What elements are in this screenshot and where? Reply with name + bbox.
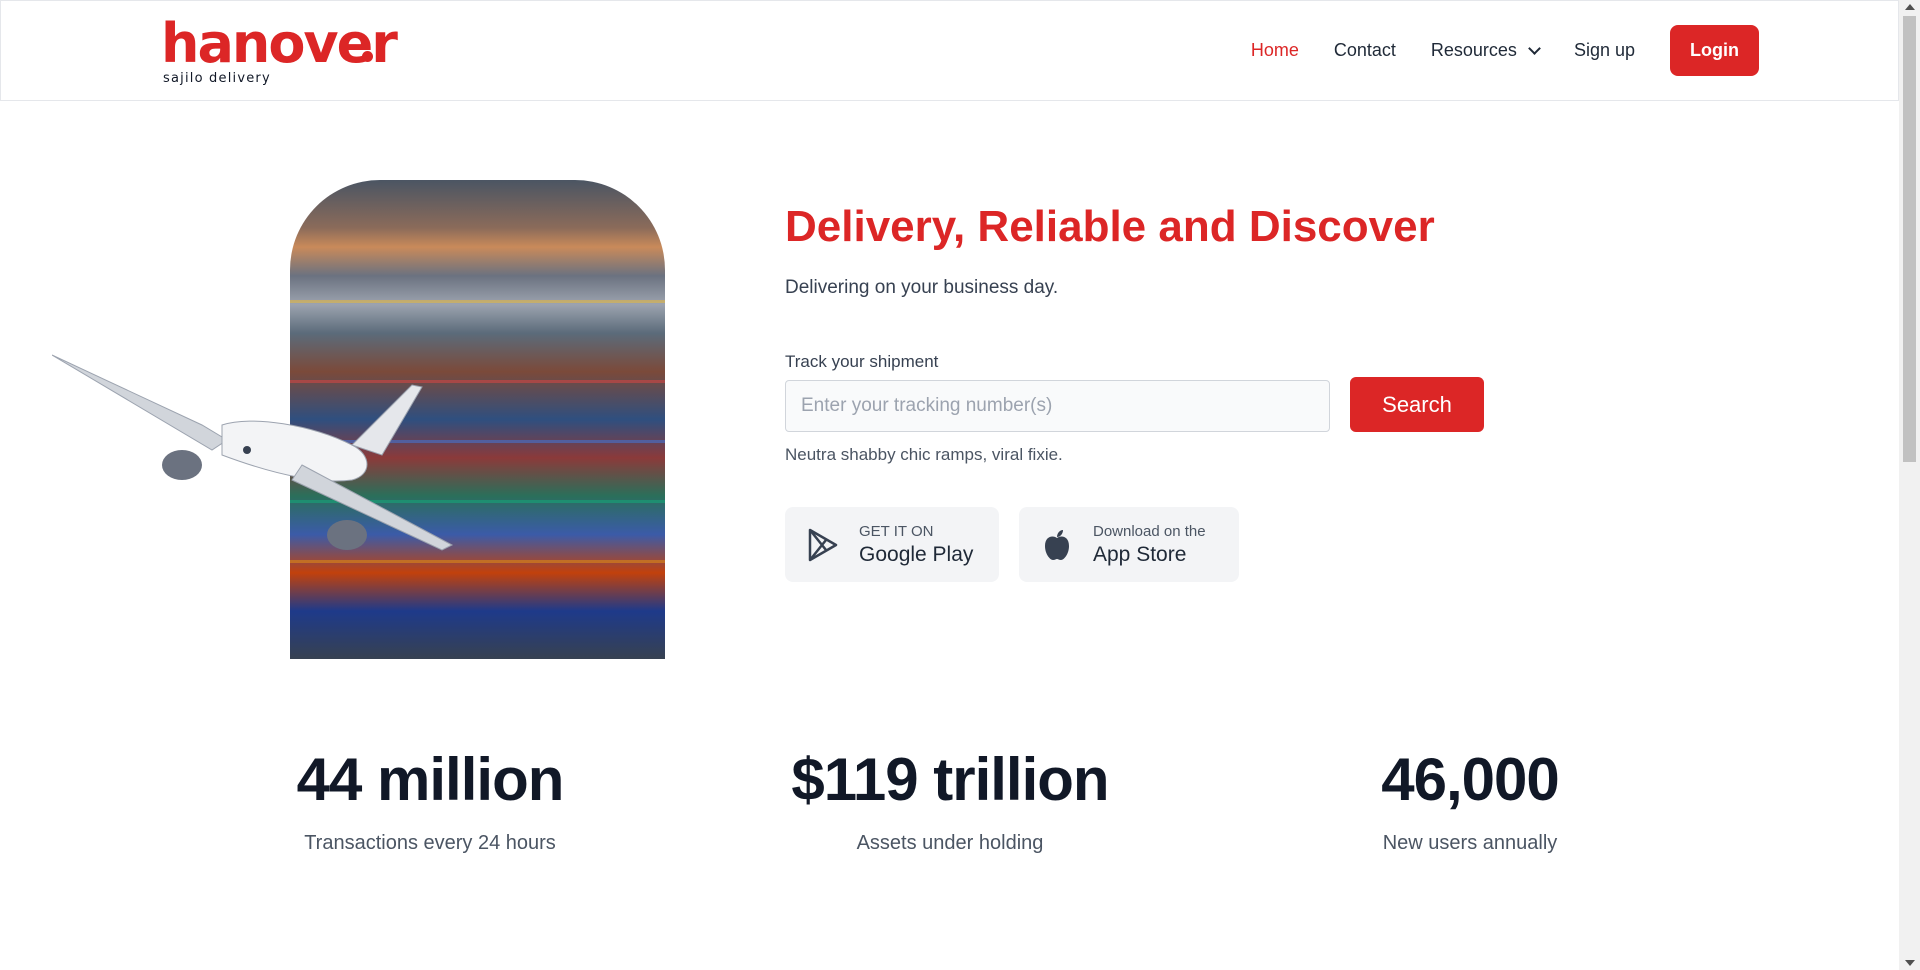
google-play-big-text: Google Play: [859, 542, 974, 566]
nav-resources-label: Resources: [1430, 40, 1517, 60]
app-store-button[interactable]: Download on the App Store: [1019, 507, 1239, 582]
logo-dot-icon: [362, 51, 373, 62]
brand-logo[interactable]: hanover sajilo delivery: [161, 17, 398, 87]
apple-icon: [1045, 529, 1069, 560]
brand-tagline: sajilo delivery: [163, 71, 271, 86]
tracking-input[interactable]: [785, 380, 1330, 432]
scroll-up-icon[interactable]: [1905, 4, 1915, 10]
scroll-down-icon[interactable]: [1905, 960, 1915, 966]
vertical-scrollbar[interactable]: [1899, 0, 1920, 970]
brand-name: hanover: [161, 12, 398, 75]
stat-assets: $119 trillion Assets under holding: [740, 745, 1160, 855]
nav-sign-up[interactable]: Sign up: [1574, 40, 1635, 61]
stat-transactions: 44 million Transactions every 24 hours: [220, 745, 640, 855]
stat-new-users: 46,000 New users annually: [1260, 745, 1680, 855]
track-helper-text: Neutra shabby chic ramps, viral fixie.: [785, 445, 1063, 464]
login-button[interactable]: Login: [1670, 25, 1759, 76]
google-play-button[interactable]: GET IT ON Google Play: [785, 507, 999, 582]
stat-label: New users annually: [1382, 832, 1558, 854]
nav-contact[interactable]: Contact: [1334, 40, 1396, 61]
stat-value: $119 trillion: [791, 746, 1109, 813]
stat-value: 44 million: [296, 746, 565, 813]
scroll-thumb[interactable]: [1903, 16, 1916, 462]
stat-value: 46,000: [1381, 746, 1560, 813]
airplane-icon: [52, 354, 454, 551]
hero-headline: Delivery, Reliable and Discover: [785, 202, 1435, 251]
stat-label: Transactions every 24 hours: [304, 832, 556, 854]
hero-subheadline: Delivering on your business day.: [785, 277, 1059, 298]
app-store-big-text: App Store: [1093, 542, 1187, 566]
app-store-small-text: Download on the: [1093, 522, 1206, 540]
search-button[interactable]: Search: [1350, 377, 1484, 432]
track-label: Track your shipment: [785, 352, 939, 371]
google-play-icon: [808, 528, 838, 561]
site-header: hanover sajilo delivery Home Contact Res…: [0, 0, 1899, 101]
nav-home[interactable]: Home: [1251, 40, 1299, 61]
chevron-down-icon: [1528, 41, 1541, 55]
google-play-small-text: GET IT ON: [859, 522, 934, 540]
nav-resources[interactable]: Resources: [1430, 40, 1541, 61]
main-nav: Home Contact Resources Sign up Login: [1251, 25, 1759, 76]
stat-label: Assets under holding: [856, 832, 1044, 854]
